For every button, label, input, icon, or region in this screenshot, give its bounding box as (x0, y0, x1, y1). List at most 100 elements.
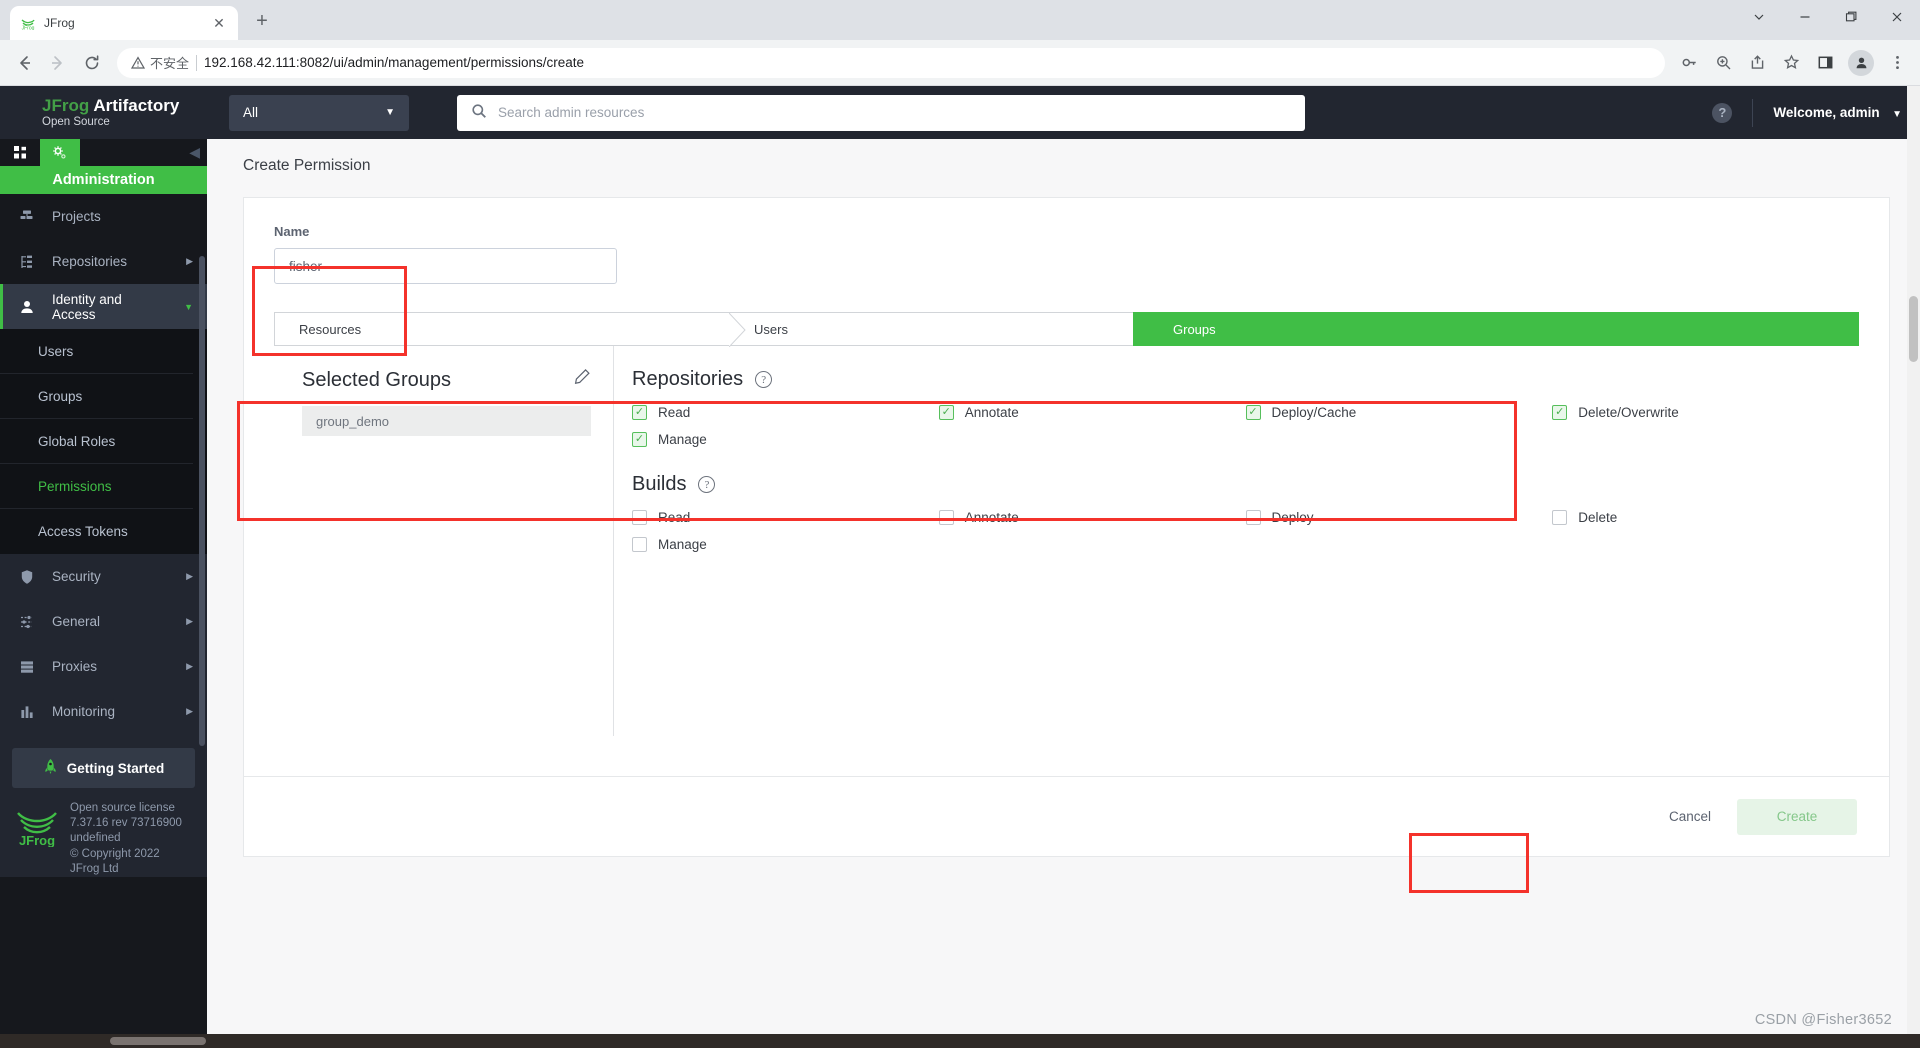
rocket-icon (43, 758, 58, 778)
more-menu-icon[interactable] (1882, 48, 1912, 78)
page-scrollbar[interactable] (1907, 86, 1920, 1048)
selected-group-item[interactable]: group_demo (302, 406, 591, 436)
checkbox-label: Manage (658, 537, 707, 552)
sidebar-item-general[interactable]: General ▶ (0, 599, 207, 644)
getting-started-button[interactable]: Getting Started (12, 748, 195, 788)
watermark: CSDN @Fisher3652 (1754, 1012, 1892, 1028)
back-icon[interactable] (8, 47, 40, 79)
license-line: 7.37.16 rev 73716900 (70, 817, 182, 830)
sidebar-item-monitoring[interactable]: Monitoring ▶ (0, 689, 207, 734)
os-taskbar-scroll[interactable] (0, 1034, 1920, 1048)
brand-logo[interactable]: JFrog Artifactory Open Source (0, 96, 179, 129)
create-button[interactable]: Create (1737, 798, 1857, 835)
sidebar-collapse-icon[interactable]: ◀ (189, 139, 207, 166)
gears-icon[interactable] (40, 139, 80, 166)
key-icon[interactable] (1674, 48, 1704, 78)
chevron-down-icon: ▼ (184, 301, 193, 312)
profile-avatar-icon[interactable] (1848, 49, 1874, 76)
license-text-block: Open source license 7.37.16 rev 73716900… (70, 801, 182, 877)
checkbox-builds-deploy[interactable]: Deploy (1245, 510, 1553, 525)
window-close-icon[interactable] (1874, 0, 1920, 34)
help-icon[interactable]: ? (755, 371, 773, 388)
check-icon: ✓ (938, 405, 954, 420)
checkbox-repositories-read[interactable]: ✓ Read (632, 405, 939, 420)
checkbox-repositories-annotate[interactable]: ✓ Annotate (938, 405, 1246, 420)
license-line: Open source license (70, 802, 175, 814)
admin-search-box[interactable] (457, 94, 1305, 131)
topbar-divider (1752, 98, 1754, 127)
license-info: JFrog Open source license 7.37.16 rev 73… (0, 788, 207, 877)
search-input[interactable] (498, 105, 1291, 120)
os-taskbar-scroll-thumb[interactable] (110, 1037, 206, 1045)
minimize-icon[interactable] (1782, 0, 1828, 34)
sidebar-item-repositories[interactable]: Repositories ▶ (0, 239, 207, 284)
apps-grid-icon[interactable] (0, 139, 40, 166)
reload-icon[interactable] (76, 47, 108, 79)
name-label: Name (274, 224, 310, 239)
checkbox-builds-delete[interactable]: Delete (1552, 510, 1859, 525)
checkbox-builds-manage[interactable]: Manage (632, 537, 939, 552)
sidebar-scrollbar-thumb[interactable] (199, 256, 205, 746)
pencil-icon[interactable] (573, 368, 591, 392)
checkbox-label: Delete (1578, 510, 1618, 525)
tab-close-icon[interactable]: ✕ (210, 14, 228, 32)
checkbox-builds-read[interactable]: Read (632, 510, 939, 525)
chevron-down-icon: ▼ (385, 107, 395, 118)
sidebar-item-projects[interactable]: Projects (0, 194, 207, 239)
permissions-pane: Repositories ? ✓ Read ✓ Annotate ✓ Deploy/C… (614, 346, 1859, 736)
url-text: 192.168.42.111:8082/ui/admin/management/… (204, 55, 585, 70)
administration-title: Administration (0, 166, 207, 194)
jfrog-logo-icon: JFrog (14, 801, 60, 877)
sidebar-subitem-permissions[interactable]: Permissions (0, 464, 193, 509)
license-line: JFrog Ltd (70, 862, 119, 875)
chevron-right-icon: ▶ (186, 256, 193, 266)
sidebar-item-identity-and-access[interactable]: Identity and Access ▼ (0, 284, 207, 329)
name-input[interactable] (274, 248, 617, 284)
checkbox-label: Annotate (964, 510, 1019, 525)
sidebar-subitem-global-roles[interactable]: Global Roles (0, 419, 193, 464)
page-title: Create Permission (243, 157, 371, 174)
card-footer: Cancel Create (244, 776, 1889, 856)
user-menu[interactable]: Welcome, admin ▼ (1773, 104, 1902, 122)
sidepanel-icon[interactable] (1810, 48, 1840, 78)
maximize-icon[interactable] (1828, 0, 1874, 34)
window-controls (1736, 0, 1920, 34)
cancel-button[interactable]: Cancel (1669, 809, 1711, 824)
browser-tab[interactable]: JFrog JFrog ✕ (10, 6, 238, 40)
sidebar-item-proxies[interactable]: Proxies ▶ (0, 644, 207, 689)
sidebar-subitem-access-tokens[interactable]: Access Tokens (0, 509, 193, 554)
checkbox-label: Read (658, 510, 691, 525)
address-bar[interactable]: 不安全 192.168.42.111:8082/ui/admin/managem… (117, 47, 1665, 78)
forward-icon[interactable] (42, 47, 74, 79)
bookmark-star-icon[interactable] (1776, 48, 1806, 78)
share-icon[interactable] (1742, 48, 1772, 78)
tab-users[interactable]: Users (729, 312, 1133, 346)
chevron-right-icon: ▶ (186, 661, 193, 671)
not-secure-indicator[interactable]: 不安全 (131, 53, 189, 72)
help-icon[interactable]: ? (1712, 102, 1733, 123)
scope-dropdown[interactable]: All ▼ (229, 94, 409, 131)
checkbox-repositories-deploy-cache[interactable]: ✓ Deploy/Cache (1245, 405, 1553, 420)
selected-groups-title: Selected Groups (302, 368, 451, 391)
new-tab-button[interactable]: + (248, 7, 276, 35)
help-icon[interactable]: ? (698, 476, 716, 493)
checkbox-label: Deploy/Cache (1271, 405, 1357, 420)
tab-groups[interactable]: Groups (1133, 312, 1859, 346)
tab-search-chevron-icon[interactable] (1736, 0, 1782, 34)
zoom-icon[interactable] (1708, 48, 1738, 78)
page-scrollbar-thumb[interactable] (1909, 296, 1918, 362)
sidebar-brand-strip: JFrog Artifactory Open Source (0, 86, 207, 139)
page-content: Create Permission Name Resources (207, 139, 1920, 1048)
sidebar-item-security[interactable]: Security ▶ (0, 554, 207, 599)
wizard-tabs: Resources Users Groups (274, 312, 1859, 347)
bar-chart-icon (18, 704, 36, 720)
checkbox-label: Manage (658, 432, 707, 447)
checkbox-builds-annotate[interactable]: Annotate (938, 510, 1246, 525)
checkbox-repositories-manage[interactable]: ✓ Manage (632, 432, 939, 447)
user-icon (18, 299, 36, 315)
checkbox-repositories-delete-overwrite[interactable]: ✓ Delete/Overwrite (1552, 405, 1859, 420)
sidebar-subitem-users[interactable]: Users (0, 329, 193, 374)
builds-title: Builds (632, 473, 687, 495)
tab-resources[interactable]: Resources (274, 312, 746, 347)
sidebar-subitem-groups[interactable]: Groups (0, 374, 193, 419)
